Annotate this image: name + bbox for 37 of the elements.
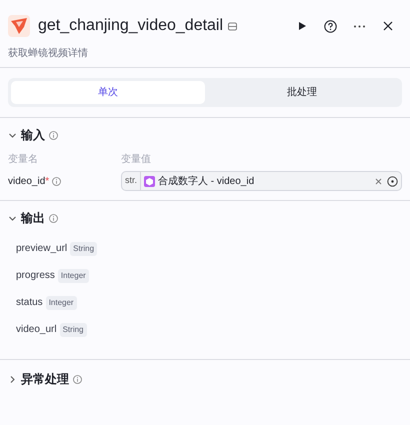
- info-icon: [49, 214, 58, 222]
- clear-icon[interactable]: [375, 178, 382, 184]
- play-icon[interactable]: [296, 20, 308, 32]
- variable-field[interactable]: str. 合成数字人 - video_id: [121, 171, 402, 191]
- chevron-down-icon[interactable]: [8, 130, 17, 140]
- cube-icon: [144, 176, 156, 186]
- required-mark: *: [45, 174, 50, 188]
- column-header: 变量值: [121, 152, 151, 167]
- help-icon[interactable]: [324, 20, 337, 32]
- close-icon[interactable]: [382, 20, 394, 32]
- output-name: video_url: [16, 323, 57, 337]
- node-title: get_chanjing_video_detail: [38, 16, 224, 36]
- section-title: 异常处理: [21, 371, 69, 388]
- target-icon[interactable]: [387, 176, 398, 186]
- type-label: str.: [122, 172, 142, 190]
- node-description: 获取蝉镜视频详情: [8, 46, 89, 61]
- type-tag: String: [70, 242, 98, 256]
- variable-name: video_id: [8, 174, 46, 188]
- type-tag: Integer: [46, 296, 77, 310]
- chevron-down-icon[interactable]: [8, 214, 17, 222]
- section-title: 输出: [21, 210, 45, 227]
- tab[interactable]: 单次: [11, 81, 205, 104]
- chevron-right-icon[interactable]: [8, 374, 17, 384]
- database-icon: [228, 22, 238, 30]
- output-name: preview_url: [16, 242, 68, 256]
- info-icon: [73, 374, 82, 384]
- type-tag: String: [60, 322, 86, 336]
- logo-icon: [8, 15, 30, 37]
- section-title: 输入: [21, 127, 45, 144]
- column-header: 变量名: [8, 152, 39, 167]
- tab[interactable]: 批处理: [205, 81, 399, 104]
- output-name: status: [16, 296, 43, 310]
- info-icon: [52, 176, 62, 186]
- output-name: progress: [16, 269, 55, 283]
- variable-reference: 合成数字人 - video_id: [158, 174, 254, 188]
- info-icon: [49, 130, 58, 140]
- type-tag: Integer: [58, 268, 89, 282]
